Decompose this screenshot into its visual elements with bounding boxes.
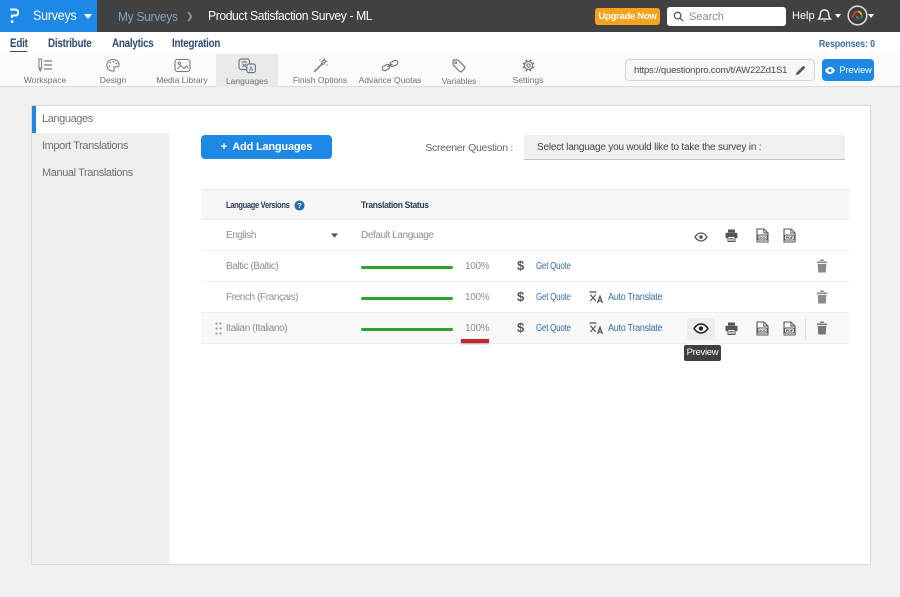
svg-text:DOC: DOC bbox=[758, 235, 766, 240]
svg-text:DOC: DOC bbox=[758, 328, 766, 333]
svg-text:A: A bbox=[249, 66, 254, 73]
svg-text:?: ? bbox=[297, 201, 302, 210]
svg-text:PDF: PDF bbox=[786, 235, 794, 240]
svg-text:PDF: PDF bbox=[786, 328, 794, 333]
